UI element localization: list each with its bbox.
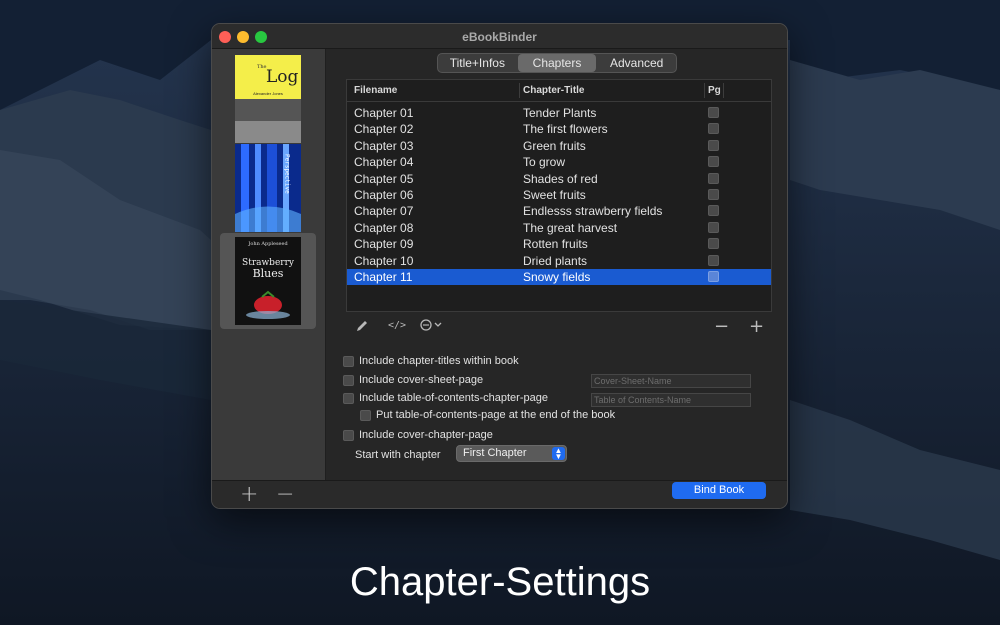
svg-text:John Appleseed: John Appleseed: [247, 241, 288, 247]
chapter-title-cell[interactable]: Snowy fields: [523, 270, 590, 284]
tab-advanced[interactable]: Advanced: [597, 54, 676, 72]
filename-cell: Chapter 01: [354, 106, 414, 120]
page-checkbox[interactable]: [708, 123, 719, 135]
start-chapter-select[interactable]: First Chapter ▲ ▼: [456, 445, 567, 462]
bind-book-button[interactable]: Bind Book: [672, 482, 766, 499]
more-options-icon[interactable]: [420, 318, 444, 335]
window-title: eBookBinder: [462, 30, 537, 44]
include-titles-checkbox[interactable]: [343, 356, 354, 367]
include-toc-checkbox[interactable]: [343, 393, 354, 404]
filename-cell: Chapter 08: [354, 220, 414, 235]
tab-chapters[interactable]: Chapters: [517, 54, 597, 72]
chapter-title-cell[interactable]: Dried plants: [523, 254, 587, 268]
tab-title-infos[interactable]: Title+Infos: [438, 54, 517, 72]
add-cover-button[interactable]: +: [240, 484, 258, 506]
page-checkbox[interactable]: [708, 254, 719, 266]
table-row[interactable]: Chapter 07 Endlesss strawberry fields: [347, 203, 771, 219]
tab-bar: Title+Infos Chapters Advanced: [437, 53, 677, 73]
svg-text:The: The: [257, 64, 267, 70]
cover-item-strawberry-blues[interactable]: John Appleseed Strawberry Blues: [220, 233, 316, 329]
toc-at-end-label: Put table-of-contents-page at the end of…: [376, 409, 616, 421]
chapter-title-cell[interactable]: Endlesss strawberry fields: [523, 204, 662, 218]
chapter-title-cell[interactable]: The first flowers: [523, 122, 608, 136]
cover-item-perspective[interactable]: Perspective: [220, 144, 316, 232]
chapter-title-cell[interactable]: The great harvest: [523, 221, 617, 235]
cover-perspective-image: Perspective: [235, 144, 301, 232]
filename-cell: Chapter 09: [354, 237, 414, 252]
table-row[interactable]: Chapter 03 Green fruits: [347, 138, 771, 154]
chapter-title-cell[interactable]: Rotten fruits: [523, 237, 588, 251]
chapter-title-cell[interactable]: Sweet fruits: [523, 188, 586, 202]
add-chapter-button[interactable]: +: [749, 316, 764, 337]
svg-text:Blues: Blues: [253, 267, 284, 280]
page-checkbox[interactable]: [708, 238, 719, 250]
cover-sheet-name-field[interactable]: Cover-Sheet-Name: [591, 374, 751, 388]
table-row[interactable]: Chapter 06 Sweet fruits: [347, 187, 771, 203]
remove-chapter-button[interactable]: −: [714, 316, 729, 337]
remove-cover-button[interactable]: −: [276, 484, 294, 506]
svg-text:Log: Log: [266, 67, 299, 87]
filename-cell: Chapter 05: [354, 171, 414, 186]
column-header-page[interactable]: Pg: [708, 85, 721, 96]
filename-cell: Chapter 04: [354, 155, 414, 170]
filename-cell: Chapter 07: [354, 204, 414, 219]
start-chapter-label: Start with chapter: [355, 449, 441, 461]
column-divider: [704, 83, 705, 98]
table-row[interactable]: Chapter 10 Dried plants: [347, 253, 771, 269]
cover-log-image: Log The Alexander Jones: [235, 55, 301, 143]
column-header-chapter-title[interactable]: Chapter-Title: [523, 85, 585, 96]
page-checkbox[interactable]: [708, 205, 719, 217]
chapter-title-cell[interactable]: To grow: [523, 155, 565, 169]
cover-strawberry-image: John Appleseed Strawberry Blues: [235, 237, 301, 325]
page-checkbox[interactable]: [708, 172, 719, 184]
include-cover-chapter-label: Include cover-chapter-page: [359, 429, 493, 441]
filename-cell: Chapter 02: [354, 122, 414, 137]
include-titles-label: Include chapter-titles within book: [359, 355, 519, 367]
column-divider: [519, 83, 520, 98]
include-cover-chapter-checkbox[interactable]: [343, 430, 354, 441]
page-checkbox[interactable]: [708, 221, 719, 233]
svg-text:Perspective: Perspective: [284, 154, 291, 194]
filename-cell: Chapter 11: [354, 270, 413, 284]
page-checkbox[interactable]: [708, 189, 719, 200]
table-row[interactable]: Chapter 01 Tender Plants: [347, 105, 771, 121]
chapter-title-cell[interactable]: Tender Plants: [523, 106, 596, 120]
table-header: Filename Chapter-Title Pg: [347, 80, 771, 102]
chapter-title-cell[interactable]: Shades of red: [523, 172, 598, 186]
code-icon[interactable]: </>: [388, 320, 406, 331]
chapters-table: Filename Chapter-Title Pg Chapter 01 Tend…: [346, 79, 772, 312]
filename-cell: Chapter 06: [354, 188, 414, 202]
include-toc-label: Include table-of-contents-chapter-page: [359, 392, 548, 404]
filename-cell: Chapter 10: [354, 253, 414, 268]
column-header-filename[interactable]: Filename: [354, 85, 397, 96]
filename-cell: Chapter 03: [354, 138, 414, 153]
include-cover-sheet-label: Include cover-sheet-page: [359, 374, 484, 386]
cover-sidebar: Log The Alexander Jones Perspective John…: [212, 49, 326, 480]
table-row[interactable]: Chapter 09 Rotten fruits: [347, 236, 771, 252]
page-checkbox[interactable]: [708, 107, 719, 118]
app-window: eBookBinder Log The Alexander Jones Pers…: [211, 23, 788, 509]
table-row[interactable]: Chapter 11 Snowy fields: [347, 269, 771, 285]
svg-text:Alexander Jones: Alexander Jones: [253, 91, 283, 96]
table-row[interactable]: Chapter 08 The great harvest: [347, 220, 771, 236]
page-checkbox[interactable]: [708, 156, 719, 168]
title-bar: eBookBinder: [212, 24, 787, 49]
updown-chevron-icon: ▲ ▼: [552, 447, 565, 461]
table-row[interactable]: Chapter 05 Shades of red: [347, 171, 771, 187]
table-row[interactable]: Chapter 02 The first flowers: [347, 121, 771, 137]
start-chapter-value: First Chapter: [463, 447, 527, 459]
page-checkbox[interactable]: [708, 271, 719, 282]
pencil-icon[interactable]: [355, 319, 369, 336]
caption-text: Chapter-Settings: [349, 560, 651, 604]
cover-item-log[interactable]: Log The Alexander Jones: [220, 55, 316, 143]
page-checkbox[interactable]: [708, 139, 719, 151]
include-cover-sheet-checkbox[interactable]: [343, 375, 354, 386]
chapter-title-cell[interactable]: Green fruits: [523, 139, 586, 153]
toc-at-end-checkbox[interactable]: [360, 410, 371, 421]
table-row[interactable]: Chapter 04 To grow: [347, 154, 771, 170]
toc-name-field[interactable]: Table of Contents-Name: [591, 393, 751, 407]
column-divider: [723, 83, 724, 98]
